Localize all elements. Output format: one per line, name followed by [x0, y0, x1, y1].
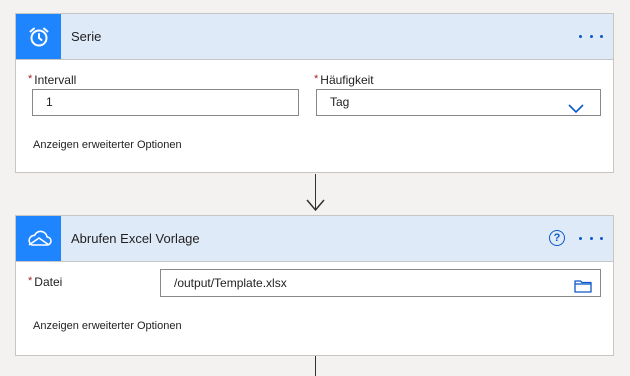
frequency-label: * Häufigkeit	[314, 73, 374, 87]
frequency-select[interactable]: Tag	[316, 89, 601, 116]
recurrence-card: Serie * Intervall 1 * Häufigkeit Tag Anzei…	[15, 13, 614, 173]
more-options-button[interactable]	[579, 230, 603, 246]
folder-picker-icon[interactable]	[574, 276, 592, 302]
required-marker: *	[28, 73, 33, 85]
get-file-card-header[interactable]: Abrufen Excel Vorlage ?	[16, 216, 613, 262]
get-file-card: Abrufen Excel Vorlage ? * Datei /output/T…	[15, 215, 614, 356]
interval-label: * Intervall	[28, 73, 77, 87]
flow-arrow-icon	[306, 199, 325, 212]
get-file-card-title: Abrufen Excel Vorlage	[71, 231, 200, 246]
more-options-button[interactable]	[579, 28, 603, 44]
show-advanced-options-link[interactable]: Anzeigen erweiterter Optionen	[33, 139, 182, 151]
frequency-value: Tag	[330, 95, 350, 109]
required-marker: *	[314, 73, 319, 85]
file-path-value: /output/Template.xlsx	[174, 276, 287, 290]
flow-connector-line	[315, 356, 316, 376]
interval-input[interactable]: 1	[32, 89, 299, 116]
help-icon[interactable]: ?	[549, 230, 565, 246]
recurrence-card-title: Serie	[71, 29, 102, 44]
chevron-down-icon	[568, 98, 584, 123]
required-marker: *	[28, 275, 33, 287]
onedrive-cloud-icon	[16, 216, 61, 261]
alarm-clock-icon	[16, 14, 61, 59]
recurrence-card-header[interactable]: Serie	[16, 14, 613, 60]
file-label: * Datei	[28, 275, 63, 289]
show-advanced-options-link[interactable]: Anzeigen erweiterter Optionen	[33, 320, 182, 332]
file-path-input[interactable]: /output/Template.xlsx	[160, 269, 601, 297]
